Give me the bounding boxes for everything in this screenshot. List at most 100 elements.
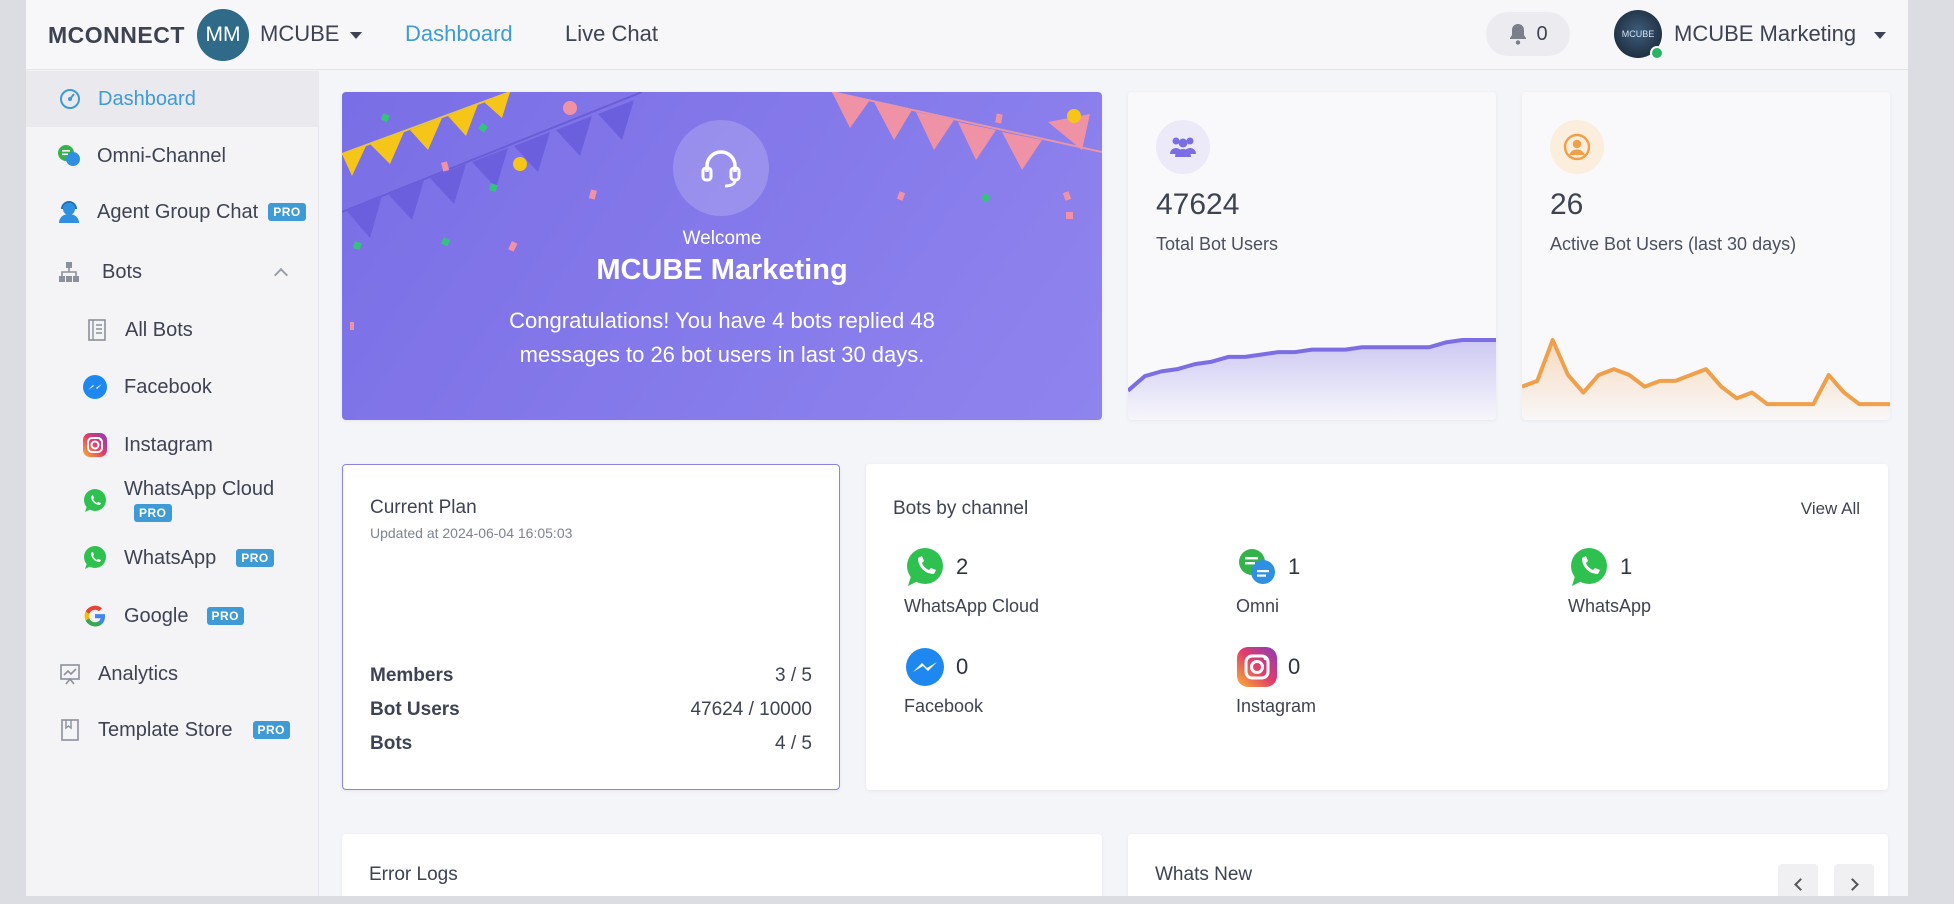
omni-channel-icon bbox=[56, 143, 82, 169]
dashboard-gauge-icon bbox=[57, 86, 83, 112]
online-status-dot bbox=[1650, 46, 1664, 60]
pro-badge: PRO bbox=[268, 203, 306, 222]
error-logs-card: Error Logs bbox=[342, 834, 1102, 896]
current-plan-title: Current Plan bbox=[370, 497, 477, 518]
channel-name: Instagram bbox=[1236, 696, 1317, 716]
top-navbar: MCONNECT MM MCUBE Dashboard Live Chat 0 … bbox=[26, 0, 1908, 70]
notification-count: 0 bbox=[1536, 22, 1548, 45]
whats-new-title: Whats New bbox=[1155, 864, 1253, 885]
sidebar-item-omni-channel[interactable]: Omni-Channel bbox=[26, 128, 319, 184]
chevron-up-icon[interactable] bbox=[273, 267, 289, 283]
sidebar-item-all-bots[interactable]: All Bots bbox=[26, 302, 319, 358]
total-users-sparkline bbox=[1128, 338, 1496, 420]
plan-row-value: 47624 / 10000 bbox=[690, 699, 812, 720]
sidebar-item-instagram[interactable]: Instagram bbox=[26, 417, 319, 473]
channel-name: WhatsApp Cloud bbox=[904, 596, 1040, 616]
messenger-icon bbox=[82, 374, 108, 400]
plan-row-bots: Bots 4 / 5 bbox=[370, 733, 812, 755]
total-bot-users-card: 47624 Total Bot Users bbox=[1128, 92, 1496, 420]
sidebar-item-label: Google bbox=[124, 604, 189, 627]
total-users-sparkline-area bbox=[1128, 340, 1496, 420]
headset-icon-circle bbox=[673, 120, 769, 216]
whatsapp-icon bbox=[907, 548, 943, 586]
nav-dashboard[interactable]: Dashboard bbox=[405, 21, 513, 47]
plan-row-members: Members 3 / 5 bbox=[370, 665, 812, 687]
google-icon bbox=[82, 603, 108, 629]
instagram-icon bbox=[82, 432, 108, 458]
view-all-link[interactable]: View All bbox=[1801, 499, 1860, 519]
whats-new-card: Whats New bbox=[1128, 834, 1888, 896]
plan-row-value: 4 / 5 bbox=[775, 733, 812, 754]
sidebar-item-whatsapp-cloud[interactable]: WhatsApp Cloud PRO bbox=[26, 473, 319, 529]
brand-logo[interactable]: MCONNECT bbox=[48, 22, 185, 49]
sidebar-item-analytics[interactable]: Analytics bbox=[26, 646, 319, 702]
sidebar-item-agent-group-chat[interactable]: Agent Group Chat PRO bbox=[26, 184, 319, 240]
active-users-sparkline bbox=[1522, 338, 1890, 420]
sidebar-item-google[interactable]: Google PRO bbox=[26, 588, 319, 644]
channel-instagram[interactable]: 0 Instagram bbox=[1236, 646, 1536, 726]
sidebar-item-whatsapp[interactable]: WhatsApp PRO bbox=[26, 530, 319, 586]
plan-row-label: Members bbox=[370, 665, 454, 686]
plan-updated-timestamp: Updated at 2024-06-04 16:05:03 bbox=[370, 525, 573, 541]
sidebar-item-label: All Bots bbox=[125, 318, 193, 341]
current-plan-card: Current Plan Updated at 2024-06-04 16:05… bbox=[342, 464, 840, 790]
channel-whatsapp[interactable]: 1 WhatsApp bbox=[1568, 546, 1868, 626]
channel-whatsapp-cloud[interactable]: 2 WhatsApp Cloud bbox=[904, 546, 1204, 626]
bots-by-channel-title: Bots by channel bbox=[893, 498, 1029, 519]
chevron-left-icon bbox=[1793, 877, 1807, 891]
sidebar-item-dashboard[interactable]: Dashboard bbox=[26, 71, 319, 127]
welcome-message: Congratulations! You have 4 bots replied… bbox=[509, 308, 935, 367]
notifications-button[interactable]: 0 bbox=[1486, 12, 1570, 56]
channel-name: Omni bbox=[1236, 596, 1280, 616]
sidebar-item-label: WhatsApp Cloud bbox=[124, 478, 275, 500]
sidebar-item-template-store[interactable]: Template Store PRO bbox=[26, 702, 319, 758]
channel-facebook[interactable]: 0 Facebook bbox=[904, 646, 1204, 726]
bell-icon bbox=[1510, 24, 1527, 45]
sidebar: Dashboard Omni-Channel Agent Group Chat P… bbox=[26, 71, 319, 896]
channel-count: 1 bbox=[1288, 554, 1301, 579]
sidebar-item-facebook[interactable]: Facebook bbox=[26, 359, 319, 415]
channel-count: 1 bbox=[1620, 554, 1633, 579]
headset-icon bbox=[701, 150, 741, 188]
users-group-icon bbox=[1156, 120, 1210, 174]
welcome-greeting: Welcome bbox=[682, 228, 762, 249]
plan-row-value: 3 / 5 bbox=[775, 665, 812, 686]
channel-count: 0 bbox=[1288, 654, 1301, 679]
workspace-name[interactable]: MCUBE bbox=[260, 21, 339, 47]
pro-badge: PRO bbox=[134, 503, 172, 522]
pro-badge: PRO bbox=[252, 721, 291, 740]
workspace-avatar[interactable]: MM bbox=[197, 9, 249, 61]
welcome-name: MCUBE Marketing bbox=[596, 254, 848, 286]
bots-hierarchy-icon bbox=[56, 259, 82, 285]
messenger-icon bbox=[906, 648, 944, 686]
sidebar-item-label: Dashboard bbox=[98, 87, 196, 110]
user-name[interactable]: MCUBE Marketing bbox=[1674, 21, 1856, 47]
plan-row-bot-users: Bot Users 47624 / 10000 bbox=[370, 699, 812, 721]
bots-by-channel-card: Bots by channel View All 2 WhatsApp Clou… bbox=[866, 464, 1888, 790]
channel-count: 0 bbox=[956, 654, 969, 679]
prev-button[interactable] bbox=[1778, 864, 1818, 896]
nav-live-chat[interactable]: Live Chat bbox=[565, 21, 658, 47]
agent-headset-icon bbox=[56, 199, 82, 225]
active-bot-users-card: 26 Active Bot Users (last 30 days) bbox=[1522, 92, 1890, 420]
template-store-icon bbox=[57, 717, 83, 743]
sidebar-item-label: Analytics bbox=[98, 662, 179, 685]
instagram-icon bbox=[1237, 647, 1277, 687]
document-list-icon bbox=[84, 317, 110, 343]
sidebar-item-label: Instagram bbox=[124, 433, 213, 456]
chevron-down-icon[interactable] bbox=[1874, 32, 1886, 39]
sidebar-item-bots[interactable]: Bots bbox=[26, 244, 319, 300]
analytics-chart-icon bbox=[57, 661, 83, 687]
pro-badge: PRO bbox=[236, 549, 274, 568]
whatsapp-icon bbox=[82, 545, 108, 571]
sidebar-item-label: Omni-Channel bbox=[97, 144, 226, 167]
next-button[interactable] bbox=[1834, 864, 1874, 896]
channel-omni[interactable]: 1 Omni bbox=[1236, 546, 1536, 626]
pro-badge: PRO bbox=[206, 607, 245, 626]
chevron-down-icon[interactable] bbox=[350, 32, 362, 39]
sidebar-item-label: WhatsApp bbox=[124, 546, 217, 569]
sidebar-item-label: Bots bbox=[102, 260, 143, 283]
user-circle-icon bbox=[1550, 120, 1604, 174]
welcome-card: Welcome MCUBE Marketing Congratulations!… bbox=[342, 92, 1102, 420]
plan-row-label: Bot Users bbox=[370, 699, 460, 720]
